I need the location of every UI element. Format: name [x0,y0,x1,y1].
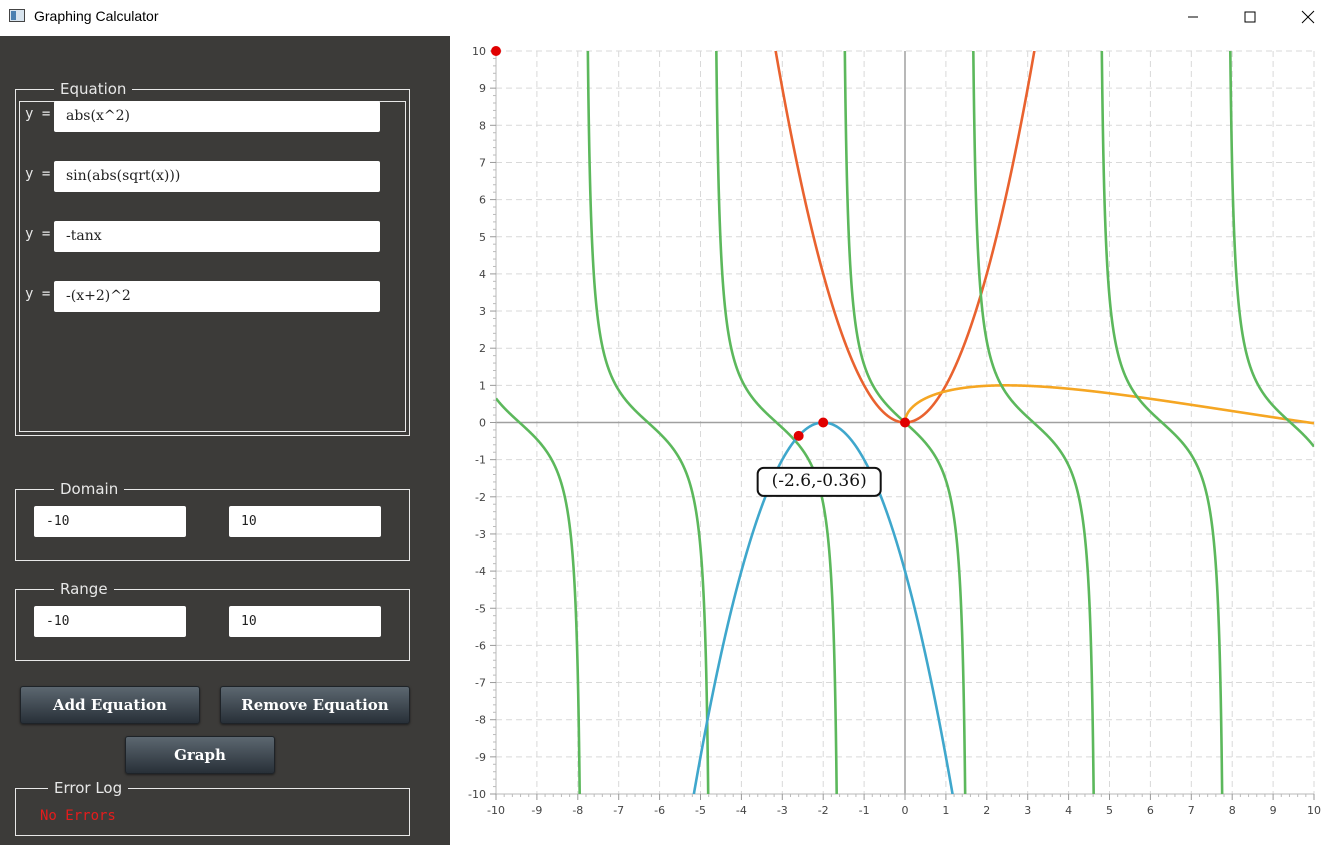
equation-group-label: Equation [60,80,127,98]
x-tick-label: -7 [613,804,624,817]
y-tick-label: -10 [468,788,486,801]
x-tick-label: -5 [695,804,706,817]
equation-2-input[interactable] [54,161,380,192]
y-tick-label: -1 [475,454,486,467]
y-tick-label: 1 [479,379,486,392]
highlight-point [793,430,804,441]
y-tick-label: 3 [479,305,486,318]
x-tick-label: -8 [572,804,583,817]
y-tick-label: 2 [479,342,486,355]
equation-list-box [19,101,406,432]
y-tick-label: 8 [479,119,486,132]
domain-group-label: Domain [60,480,119,498]
y-tick-label: 9 [479,82,486,95]
x-tick-label: 3 [1024,804,1031,817]
point-tooltip: (-2.6,-0.36) [756,466,882,497]
x-tick-label: 0 [902,804,909,817]
equation-3-prefix: y = [25,226,51,242]
y-tick-label: 6 [479,194,486,207]
y-tick-label: -2 [475,491,486,504]
minimize-icon [1188,16,1198,18]
y-tick-label: 10 [472,45,486,58]
x-tick-label: -1 [859,804,870,817]
graph-canvas[interactable]: -10 -9 -8 -7 -6 -5 -4 -3 -2 -1 0 1 2 3 4 5 6 7 8 9 101098765… [450,36,1338,845]
y-tick-label: -4 [475,565,486,578]
x-tick-label: -4 [736,804,747,817]
range-min-input[interactable] [34,606,186,637]
equation-1-prefix: y = [25,106,51,122]
x-tick-label: -3 [777,804,788,817]
equation-3-input[interactable] [54,221,380,252]
equation-2-prefix: y = [25,166,51,182]
x-tick-label: 6 [1147,804,1154,817]
highlight-point [900,417,910,428]
close-icon [1301,10,1315,24]
error-log-label: Error Log [54,779,123,797]
x-tick-label: 8 [1229,804,1236,817]
close-button[interactable] [1285,0,1331,34]
maximize-button[interactable] [1227,0,1273,34]
y-tick-label: -3 [475,528,486,541]
point-tooltip-text: (-2.6,-0.36) [772,471,867,491]
equation-4-input[interactable] [54,281,380,312]
x-tick-label: -9 [531,804,542,817]
window-title: Graphing Calculator [34,8,159,24]
y-tick-label: 5 [479,231,486,244]
range-group-label: Range [60,580,108,598]
x-tick-label: 1 [942,804,949,817]
minimize-button[interactable] [1170,0,1216,34]
title-bar: Graphing Calculator [0,0,1338,36]
y-tick-label: -6 [475,639,486,652]
x-tick-label: 2 [983,804,990,817]
y-tick-label: -5 [475,602,486,615]
domain-max-input[interactable] [229,506,381,537]
y-tick-label: 7 [479,156,486,169]
x-tick-label: -2 [818,804,829,817]
graph-button[interactable]: Graph [125,736,275,774]
equation-1-input[interactable] [54,101,380,132]
y-tick-label: -8 [475,714,486,727]
domain-min-input[interactable] [34,506,186,537]
x-tick-label: 4 [1065,804,1072,817]
y-tick-label: -7 [475,677,486,690]
x-tick-label: -6 [654,804,665,817]
x-tick-label: 5 [1106,804,1113,817]
maximize-icon [1244,11,1256,23]
y-tick-label: 0 [479,417,486,430]
highlight-point [491,46,501,56]
x-tick-label: -10 [487,804,505,817]
add-equation-button[interactable]: Add Equation [20,686,200,724]
y-tick-label: -9 [475,751,486,764]
x-tick-label: 10 [1307,804,1321,817]
range-max-input[interactable] [229,606,381,637]
y-tick-label: 4 [479,268,486,281]
remove-equation-button[interactable]: Remove Equation [220,686,410,724]
highlight-point [818,417,829,428]
error-message: No Errors [40,808,116,824]
x-tick-label: 7 [1188,804,1195,817]
app-icon [9,9,25,22]
equation-group: Equation [15,80,410,436]
x-tick-label: 9 [1270,804,1277,817]
equation-4-prefix: y = [25,286,51,302]
